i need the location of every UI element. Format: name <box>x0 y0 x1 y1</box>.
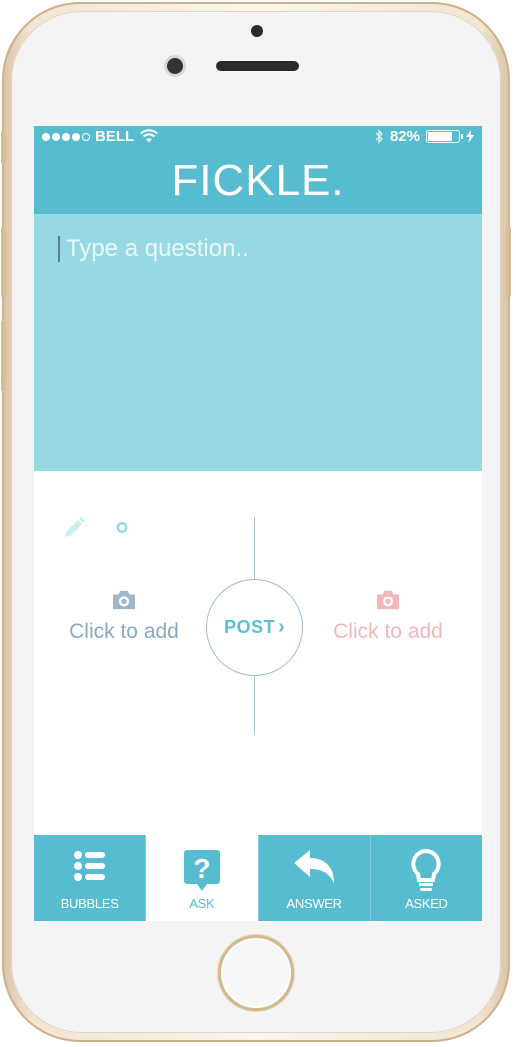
volume-down-button <box>1 320 6 392</box>
question-composer: 0/200 <box>34 214 482 540</box>
chevron-right-icon: › <box>278 616 285 638</box>
reply-icon <box>294 850 335 883</box>
proximity-sensor <box>251 25 263 37</box>
earpiece-speaker <box>216 61 299 71</box>
tab-answer[interactable]: ANSWER <box>259 835 371 921</box>
tab-label: ASK <box>189 896 215 911</box>
app-screen: BELL 82% FICKLE. Type a question.. 0/200… <box>34 126 482 921</box>
divider-top <box>254 517 255 579</box>
volume-up-button <box>1 226 6 298</box>
tab-ask[interactable]: ? ASK <box>146 835 259 921</box>
post-label: POST <box>224 617 276 637</box>
tab-bar: BUBBLES ? ASK ANSWER ASKED <box>34 835 482 921</box>
post-button[interactable]: POST › <box>206 579 303 676</box>
charging-icon <box>466 130 474 143</box>
tab-label: ASKED <box>405 896 448 911</box>
front-camera <box>167 58 183 74</box>
app-title: FICKLE. <box>34 148 482 214</box>
question-input[interactable] <box>64 232 448 266</box>
option-right-add-photo[interactable]: Click to add <box>318 589 458 644</box>
camera-icon <box>113 590 135 610</box>
tab-label: ANSWER <box>286 896 342 911</box>
mute-switch <box>1 130 6 164</box>
battery-icon <box>426 130 463 143</box>
answer-options: Click to add POST › Click to add <box>34 471 482 835</box>
power-button <box>506 226 511 298</box>
battery-percent: 82% <box>389 128 420 145</box>
bluetooth-icon <box>375 129 383 144</box>
status-bar: BELL 82% <box>34 126 482 148</box>
divider-bottom <box>254 676 255 734</box>
question-bubble-icon: ? <box>183 850 220 891</box>
option-left-label: Click to add <box>69 620 179 643</box>
home-button[interactable] <box>218 935 294 1011</box>
text-cursor <box>58 236 60 262</box>
tab-asked[interactable]: ASKED <box>371 835 482 921</box>
list-icon <box>73 851 105 881</box>
wifi-icon <box>140 129 159 143</box>
option-right-label: Click to add <box>333 620 443 643</box>
svg-text:?: ? <box>193 853 210 884</box>
tab-label: BUBBLES <box>60 896 119 911</box>
tab-bubbles[interactable]: BUBBLES <box>34 835 147 921</box>
signal-strength-icon <box>42 132 90 141</box>
camera-icon <box>377 590 399 610</box>
lightbulb-icon <box>411 849 442 891</box>
option-left-add-photo[interactable]: Click to add <box>54 589 194 644</box>
carrier-name: BELL <box>95 128 135 145</box>
